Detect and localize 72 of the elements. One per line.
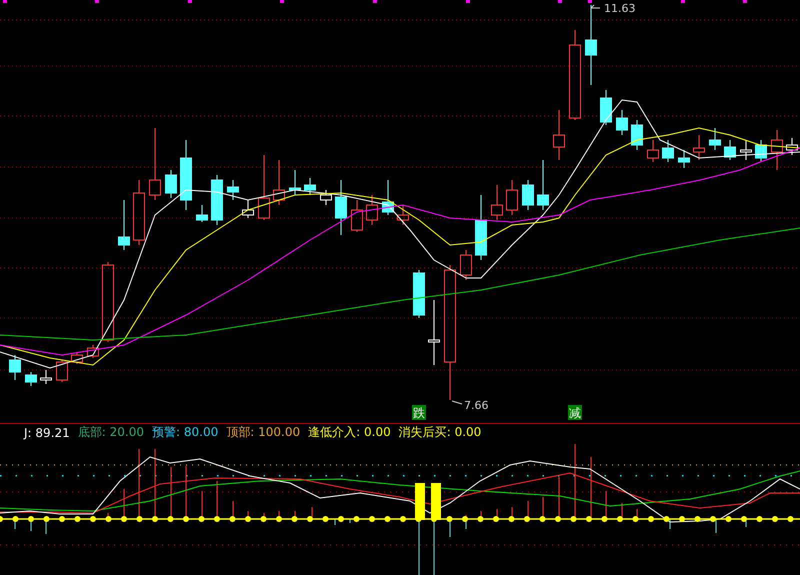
high-pointer-icon bbox=[590, 4, 600, 8]
candlestick bbox=[678, 150, 690, 168]
candlestick bbox=[165, 170, 177, 198]
indicator-bar bbox=[496, 508, 498, 520]
candlestick bbox=[631, 120, 643, 150]
indicator-bar bbox=[590, 456, 592, 520]
signal-badge: 减 bbox=[568, 405, 582, 420]
marker-icon bbox=[3, 0, 7, 3]
marker-icon bbox=[558, 0, 562, 3]
marker-icon bbox=[373, 0, 377, 3]
candlestick bbox=[118, 200, 130, 250]
candlestick bbox=[616, 110, 628, 136]
candlestick bbox=[133, 180, 145, 246]
candlestick bbox=[9, 354, 21, 380]
marker-icon bbox=[95, 0, 99, 3]
candlestick bbox=[506, 180, 518, 216]
indicator-bar bbox=[636, 508, 638, 520]
marker-icon bbox=[280, 0, 284, 3]
candlestick bbox=[709, 128, 721, 150]
candlestick bbox=[56, 360, 68, 382]
candlestick bbox=[475, 194, 487, 260]
candlestick bbox=[460, 250, 472, 280]
candlestick bbox=[335, 180, 347, 236]
signal-badge: 跌 bbox=[412, 405, 426, 420]
candlestick bbox=[491, 184, 503, 220]
indicator-legend-item: 消失后买: 0.00 bbox=[398, 424, 482, 441]
indicator-legend-item: 顶部: 100.00 bbox=[226, 424, 300, 441]
candlestick bbox=[25, 372, 37, 386]
marker-icon bbox=[743, 0, 747, 3]
candlestick bbox=[397, 204, 409, 226]
indicator-bar bbox=[558, 476, 560, 520]
candlestick bbox=[428, 300, 440, 366]
candlestick bbox=[258, 154, 270, 220]
candlestick bbox=[600, 90, 612, 126]
candlestick bbox=[273, 160, 285, 206]
candlestick bbox=[196, 204, 208, 222]
candlestick bbox=[351, 200, 363, 232]
indicator-legend-item: J: 89.21 bbox=[24, 426, 70, 440]
candlestick bbox=[647, 140, 659, 162]
candlestick bbox=[211, 174, 223, 226]
candlestick bbox=[227, 180, 239, 200]
candlestick bbox=[771, 130, 783, 170]
candlestick bbox=[87, 344, 99, 358]
marker-icon bbox=[588, 0, 592, 3]
candlestick bbox=[522, 180, 534, 210]
indicator-legend-item: 逢低介入: 0.00 bbox=[308, 424, 391, 441]
candlestick bbox=[724, 140, 736, 160]
candlestick bbox=[242, 200, 254, 218]
candlestick bbox=[382, 180, 394, 216]
indicator-legend-item: 底部: 20.00 bbox=[78, 424, 144, 441]
candlestick bbox=[320, 190, 332, 206]
candlestick bbox=[553, 110, 565, 160]
low-price-label: 7.66 bbox=[464, 399, 488, 412]
candlestick bbox=[537, 160, 549, 210]
indicator-legend-item: 预警: 80.00 bbox=[152, 424, 218, 441]
candlestick bbox=[755, 140, 767, 162]
indicator-bar bbox=[334, 518, 336, 526]
candlestick bbox=[71, 352, 83, 364]
high-price-label: 11.63 bbox=[604, 2, 636, 15]
marker-icon bbox=[466, 0, 470, 3]
marker-icon bbox=[681, 0, 685, 3]
candlestick bbox=[693, 134, 705, 160]
candlestick bbox=[40, 370, 52, 384]
candlestick bbox=[413, 270, 425, 318]
candlestick bbox=[180, 140, 192, 210]
candlestick bbox=[366, 194, 378, 226]
candlestick bbox=[304, 178, 316, 196]
candlestick bbox=[786, 138, 798, 156]
marker-icon bbox=[188, 0, 192, 3]
candlestick bbox=[662, 140, 674, 162]
candlestick bbox=[289, 170, 301, 196]
candlestick bbox=[740, 140, 752, 160]
